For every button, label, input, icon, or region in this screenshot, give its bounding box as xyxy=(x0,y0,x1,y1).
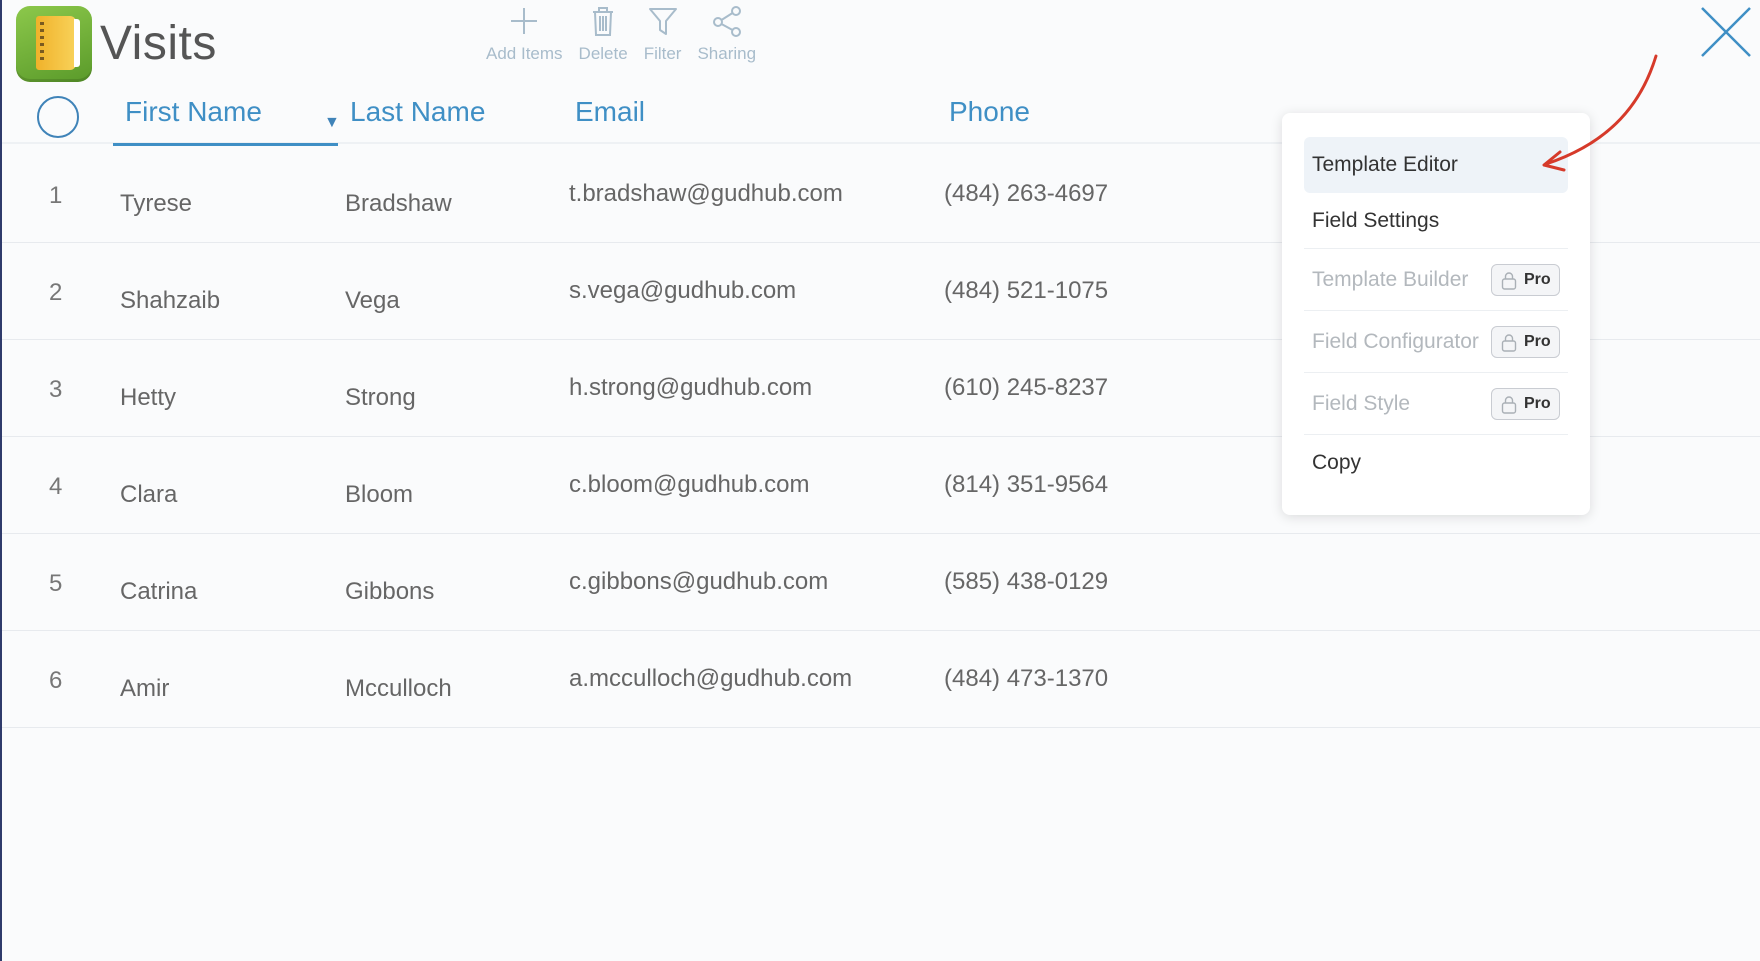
cell-last-name: Mcculloch xyxy=(345,675,452,702)
menu-item-field-configurator[interactable]: Field Configurator Pro xyxy=(1304,311,1568,373)
column-header-first-name[interactable]: First Name xyxy=(113,96,338,146)
cell-email: s.vega@gudhub.com xyxy=(569,277,797,304)
column-header-last-name[interactable]: Last Name xyxy=(350,96,485,128)
cell-email: a.mcculloch@gudhub.com xyxy=(569,665,853,692)
toolbar: Add Items Delete Filter Sharing xyxy=(486,4,756,64)
sharing-label: Sharing xyxy=(697,44,757,63)
menu-item-copy[interactable]: Copy xyxy=(1304,435,1568,491)
cell-last-name: Gibbons xyxy=(345,578,435,605)
cell-email: h.strong@gudhub.com xyxy=(569,374,813,401)
cell-last-name: Vega xyxy=(345,287,400,314)
cell-first-name: Catrina xyxy=(120,578,198,605)
cell-first-name: Clara xyxy=(120,481,178,508)
cell-phone: (484) 263-4697 xyxy=(944,180,1109,207)
row-number: 2 xyxy=(49,279,63,306)
cell-first-name: Amir xyxy=(120,675,170,702)
notebook-icon xyxy=(36,16,80,70)
menu-item-label: Template Builder xyxy=(1312,268,1469,291)
filter-icon xyxy=(648,8,677,35)
add-items-label: Add Items xyxy=(486,44,563,63)
sort-down-icon[interactable]: ▼ xyxy=(324,114,340,132)
lock-icon xyxy=(1501,272,1517,290)
cell-email: c.bloom@gudhub.com xyxy=(569,471,810,498)
delete-label: Delete xyxy=(578,44,628,63)
column-header-phone[interactable]: Phone xyxy=(949,96,1030,128)
app-icon xyxy=(16,6,92,82)
plus-icon xyxy=(511,8,538,34)
pro-badge: Pro xyxy=(1491,326,1560,358)
lock-icon xyxy=(1501,334,1517,352)
close-icon[interactable] xyxy=(1700,6,1752,58)
pro-label: Pro xyxy=(1524,395,1551,412)
menu-item-label: Field Configurator xyxy=(1312,330,1479,353)
row-number: 3 xyxy=(49,376,63,403)
menu-item-field-style[interactable]: Field Style Pro xyxy=(1304,373,1568,435)
cell-email: c.gibbons@gudhub.com xyxy=(569,568,829,595)
menu-item-field-settings[interactable]: Field Settings xyxy=(1304,193,1568,249)
column-context-menu: Template Editor Field Settings Template … xyxy=(1282,113,1590,515)
cell-first-name: Hetty xyxy=(120,384,177,411)
table-row[interactable]: 6 Amir Mcculloch a.mcculloch@gudhub.com … xyxy=(2,631,1760,728)
menu-item-template-editor[interactable]: Template Editor xyxy=(1304,137,1568,193)
cell-last-name: Strong xyxy=(345,384,416,411)
cell-last-name: Bradshaw xyxy=(345,190,452,217)
app-title: Visits xyxy=(100,17,217,70)
cell-phone: (610) 245-8237 xyxy=(944,374,1109,401)
share-icon xyxy=(712,6,741,37)
cell-phone: (484) 521-1075 xyxy=(944,277,1109,304)
select-all-checkbox[interactable] xyxy=(37,96,79,138)
filter-label: Filter xyxy=(643,44,682,63)
sharing-button[interactable]: Sharing xyxy=(697,4,756,64)
add-items-button[interactable]: Add Items xyxy=(486,4,563,64)
menu-item-template-builder[interactable]: Template Builder Pro xyxy=(1304,249,1568,311)
delete-button[interactable]: Delete xyxy=(579,4,628,64)
filter-button[interactable]: Filter xyxy=(643,4,682,64)
trash-icon xyxy=(593,7,614,36)
table-row[interactable]: 5 Catrina Gibbons c.gibbons@gudhub.com (… xyxy=(2,534,1760,631)
menu-item-label: Field Style xyxy=(1312,392,1411,415)
pro-label: Pro xyxy=(1524,333,1551,350)
column-header-email[interactable]: Email xyxy=(575,96,645,128)
cell-first-name: Tyrese xyxy=(120,190,193,217)
row-number: 5 xyxy=(49,570,63,597)
cell-phone: (484) 473-1370 xyxy=(944,665,1109,692)
row-number: 6 xyxy=(49,667,63,694)
cell-first-name: Shahzaib xyxy=(120,287,221,314)
row-number: 4 xyxy=(49,473,63,500)
cell-email: t.bradshaw@gudhub.com xyxy=(569,180,843,207)
pro-label: Pro xyxy=(1524,271,1551,288)
pro-badge: Pro xyxy=(1491,388,1560,420)
lock-icon xyxy=(1501,396,1517,414)
pro-badge: Pro xyxy=(1491,264,1560,296)
row-number: 1 xyxy=(49,182,63,209)
cell-last-name: Bloom xyxy=(345,481,414,508)
cell-phone: (585) 438-0129 xyxy=(944,568,1109,595)
cell-phone: (814) 351-9564 xyxy=(944,471,1109,498)
